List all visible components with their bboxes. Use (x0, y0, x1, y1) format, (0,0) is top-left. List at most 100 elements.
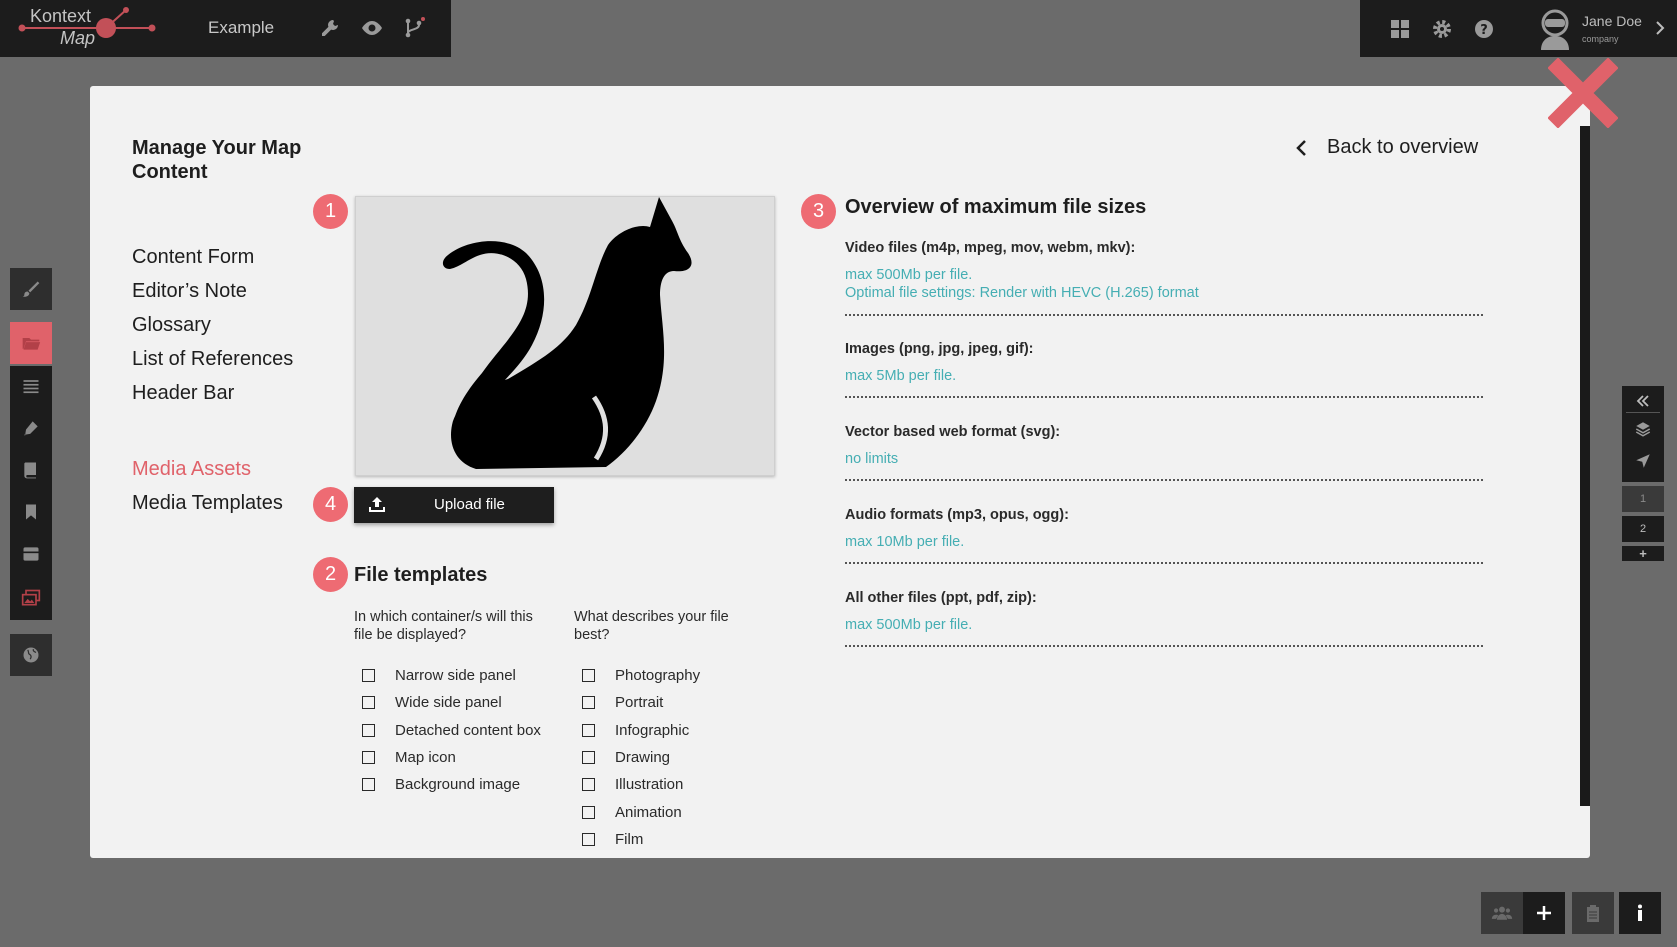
filesize-audio: Audio formats (mp3, opus, ogg): max 10Mb… (845, 507, 1483, 564)
step-badge-4: 4 (313, 487, 348, 522)
user-bar: ? Jane Doe company (1360, 0, 1677, 57)
svg-text:?: ? (1480, 23, 1488, 38)
upload-icon (369, 497, 385, 512)
logo-text-top: Kontext (30, 6, 92, 26)
info-button[interactable] (1619, 892, 1661, 934)
right-toolbar: 1 2 + (1622, 386, 1664, 561)
filesize-label: Images (png, jpg, jpeg, gif): (845, 341, 1034, 357)
media-preview (355, 196, 775, 476)
bookmark-icon[interactable] (21, 502, 41, 522)
option-narrow-side-panel[interactable]: Narrow side panel (354, 662, 541, 689)
checkbox[interactable] (362, 723, 375, 737)
clipboard-icon (1587, 905, 1599, 922)
option-cut-off[interactable] (574, 853, 700, 858)
gear-icon[interactable] (1430, 17, 1454, 41)
step-badge-2: 2 (313, 557, 348, 592)
list-icon[interactable] (21, 376, 41, 396)
checkbox[interactable] (362, 669, 375, 683)
checkbox[interactable] (582, 832, 595, 846)
nav-glossary[interactable]: Glossary (132, 308, 293, 342)
modal-title: Manage Your Map Content (132, 137, 302, 183)
collapse-left-icon[interactable] (1635, 394, 1651, 408)
nav-list-of-references[interactable]: List of References (132, 342, 293, 376)
clipboard-button[interactable] (1572, 892, 1614, 934)
nav-header-bar[interactable]: Header Bar (132, 376, 293, 410)
filesize-images: Images (png, jpg, jpeg, gif): max 5Mb pe… (845, 341, 1483, 398)
overview-heading: Overview of maximum file sizes (845, 196, 1147, 218)
checkbox[interactable] (582, 778, 595, 792)
users-icon (1491, 906, 1513, 920)
eye-icon[interactable] (360, 16, 384, 40)
nav-editors-note[interactable]: Editor’s Note (132, 274, 293, 308)
option-drawing[interactable]: Drawing (574, 744, 700, 771)
back-to-overview-link[interactable]: Back to overview (1295, 136, 1478, 159)
filesize-label: Vector based web format (svg): (845, 424, 1061, 440)
wrench-icon[interactable] (318, 16, 342, 40)
checkbox[interactable] (582, 669, 595, 683)
project-title[interactable]: Example (208, 18, 274, 38)
images-icon[interactable] (21, 588, 41, 608)
close-icon[interactable] (1548, 58, 1618, 128)
option-portrait[interactable]: Portrait (574, 689, 700, 716)
option-illustration[interactable]: Illustration (574, 771, 700, 798)
globe-icon (23, 647, 39, 663)
navigate-icon[interactable] (1634, 452, 1652, 470)
nav-media-assets[interactable]: Media Assets (132, 452, 293, 486)
layers-icon[interactable] (1634, 420, 1652, 438)
option-animation[interactable]: Animation (574, 798, 700, 825)
avatar[interactable] (1536, 8, 1574, 50)
nav-media-templates[interactable]: Media Templates (132, 486, 293, 520)
branch-icon[interactable] (402, 16, 426, 40)
grid-icon[interactable] (1388, 17, 1412, 41)
checkbox[interactable] (362, 751, 375, 765)
container-options: Narrow side panel Wide side panel Detach… (354, 662, 541, 798)
add-page-button[interactable]: + (1622, 546, 1664, 561)
globe-tool-button[interactable] (10, 634, 52, 676)
users-button[interactable] (1481, 892, 1523, 934)
checkbox[interactable] (362, 696, 375, 710)
filesize-value: max 10Mb per file. (845, 534, 965, 550)
option-detached-content-box[interactable]: Detached content box (354, 717, 541, 744)
option-map-icon[interactable]: Map icon (354, 744, 541, 771)
user-name: Jane Doe (1582, 13, 1642, 29)
filesize-label: Audio formats (mp3, opus, ogg): (845, 507, 1069, 523)
describe-question: What describes your file best? (574, 609, 729, 643)
chevron-left-icon (1296, 139, 1306, 156)
checkbox[interactable] (582, 696, 595, 710)
container-question: In which container/s will this file be d… (354, 609, 533, 643)
filesize-value: max 500Mb per file. (845, 267, 973, 283)
option-wide-side-panel[interactable]: Wide side panel (354, 689, 541, 716)
pen-icon[interactable] (21, 418, 41, 438)
plus-icon (1537, 906, 1551, 920)
book-icon[interactable] (21, 460, 41, 480)
option-infographic[interactable]: Infographic (574, 717, 700, 744)
option-film[interactable]: Film (574, 826, 700, 853)
checkbox[interactable] (362, 778, 375, 792)
filesize-value: max 5Mb per file. (845, 368, 957, 384)
checkbox[interactable] (582, 723, 595, 737)
modal-scrollbar[interactable] (1580, 126, 1590, 806)
page-2-button[interactable]: 2 (1622, 516, 1664, 542)
page-1-button[interactable]: 1 (1622, 486, 1664, 512)
describe-options: Photography Portrait Infographic Drawing… (574, 662, 700, 858)
folder-icon (22, 338, 41, 350)
nav-content-form[interactable]: Content Form (132, 240, 293, 274)
help-icon[interactable]: ? (1472, 17, 1496, 41)
brush-icon (22, 281, 40, 297)
file-templates-heading: File templates (354, 564, 488, 586)
filesize-video: Video files (m4p, mpeg, mov, webm, mkv):… (845, 240, 1483, 316)
app-header: Kontext Map Example (0, 0, 451, 57)
brush-tool-button[interactable] (10, 268, 52, 310)
filesize-label: Video files (m4p, mpeg, mov, webm, mkv): (845, 240, 1136, 256)
option-background-image[interactable]: Background image (354, 771, 541, 798)
checkbox[interactable] (582, 805, 595, 819)
checkbox[interactable] (582, 751, 595, 765)
kontext-map-logo[interactable]: Kontext Map (14, 4, 164, 52)
upload-file-button[interactable]: Upload file (354, 487, 554, 523)
option-photography[interactable]: Photography (574, 662, 700, 689)
content-tool-button[interactable] (10, 322, 52, 364)
chevron-right-icon[interactable] (1654, 20, 1666, 36)
add-button[interactable] (1523, 892, 1565, 934)
inbox-icon[interactable] (21, 544, 41, 564)
user-company: company (1582, 34, 1619, 44)
